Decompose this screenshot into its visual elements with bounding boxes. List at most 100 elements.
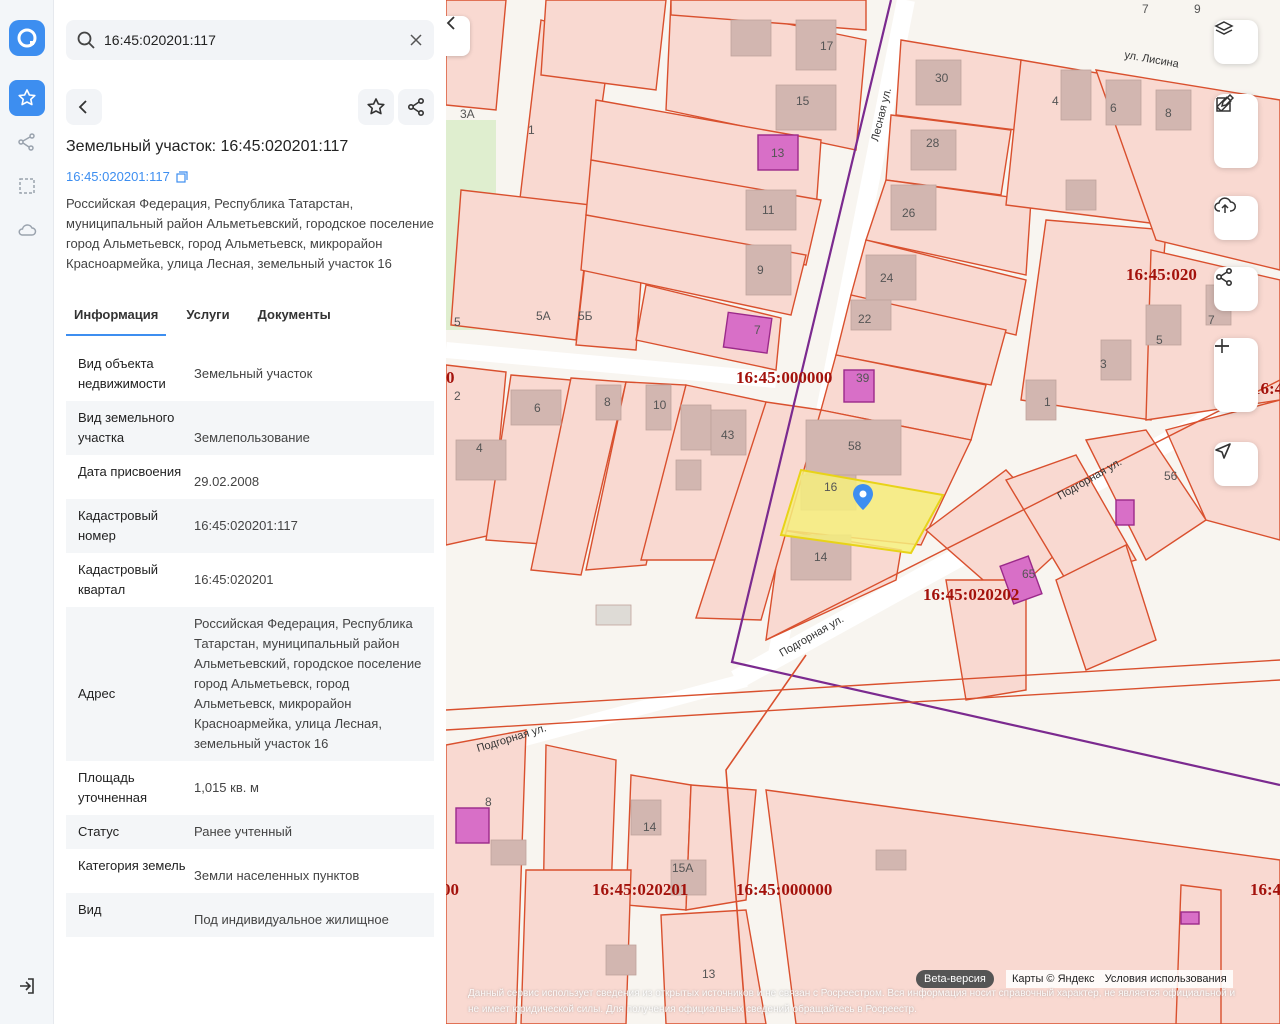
zoom-out-icon[interactable] [1214,345,1258,412]
info-row: Категория земель Земли населенных пункто… [66,849,434,893]
share-button[interactable] [398,89,434,125]
lot-label: 22 [858,312,872,326]
favorite-button[interactable] [358,89,394,125]
lot-label: 7 [754,323,761,337]
lot-label: 17 [820,39,834,53]
info-row-value: Земельный участок [194,366,313,381]
tab-services[interactable]: Услуги [178,304,237,336]
lot-label: 8 [1165,106,1172,120]
info-row-key: Адрес [78,686,116,701]
lot-label: 9 [757,263,764,277]
clear-search-icon[interactable] [406,30,426,50]
info-row-key: Площадь уточненная [78,770,148,805]
info-row-key: Категория земель [78,858,186,873]
quarter-label: 00 [446,880,459,899]
chevron-left-icon [78,100,87,114]
copy-icon[interactable] [176,170,188,183]
lot-label: 10 [653,398,667,412]
info-row: Дата присвоения 29.02.2008 [66,455,434,499]
tab-bar: Информация Услуги Документы [66,304,434,336]
cloud-icon[interactable] [9,212,45,248]
cadastral-number-text[interactable]: 16:45:020201:117 [66,169,170,184]
lot-label: 24 [880,271,894,285]
lot-label: 56 [1164,469,1178,483]
zoom-controls [1214,338,1258,412]
info-row-key: Дата присвоения [78,464,182,479]
info-row: Площадь уточненная 1,015 кв. м [66,761,434,815]
info-row: Адрес Российская Федерация, Республика Т… [66,607,434,761]
lot-label: 8 [485,795,492,809]
lot-label: 4 [476,441,483,455]
cadastral-number-link[interactable]: 16:45:020201:117 [66,169,188,184]
lot-label: 3 [1100,357,1107,371]
route-nodes-icon[interactable] [9,124,45,160]
lot-label: 15 [796,94,810,108]
lot-label: 1 [528,123,535,137]
quarter-label: 16:45:020201 [592,880,688,899]
share-icon[interactable] [1214,267,1258,311]
info-row: Статус Ранее учтенный [66,815,434,849]
info-row-key: Кадастровый номер [78,508,159,543]
lot-label: 8 [604,395,611,409]
cloud-upload-icon[interactable] [1214,196,1258,240]
lot-label: 14 [643,820,657,834]
page-title: Земельный участок: 16:45:020201:117 [66,138,349,155]
lot-label: 6 [534,401,541,415]
lot-label: 39 [856,371,870,385]
quarter-label: 16:4 [1250,880,1280,899]
app-logo-icon[interactable] [9,20,45,56]
favorites-star-icon[interactable] [9,80,45,116]
lot-label: 26 [902,206,916,220]
map-canvas[interactable]: 3А 1 5 5А 5Б 17 15 13 11 9 7 30 28 26 24… [446,0,1280,1024]
search-bar [66,20,434,60]
quarter-label: 16:45:000000 [736,368,832,387]
lot-label: 9 [1194,2,1201,16]
logout-icon[interactable] [9,968,45,1004]
info-table: Вид объекта недвижимости Земельный участ… [66,348,434,937]
map-disclaimer: Данный сервис использует сведения из отк… [468,988,1236,1015]
lot-label: 14 [814,550,828,564]
lot-label: 65 [1022,567,1036,581]
info-row-value: Ранее учтенный [194,824,292,839]
geolocation-button[interactable] [1214,442,1258,486]
info-row-value: 16:45:020201:117 [194,518,298,533]
lot-label: 13 [702,967,716,981]
lot-label: 6 [1110,101,1117,115]
cadastral-map[interactable]: 3А 1 5 5А 5Б 17 15 13 11 9 7 30 28 26 24… [446,0,1280,1024]
share-icon [407,97,425,117]
tab-documents[interactable]: Документы [250,304,339,336]
map-share-button[interactable] [1214,267,1258,311]
info-row: Кадастровый номер 16:45:020201:117 [66,499,434,553]
layers-button[interactable] [1214,20,1258,64]
search-icon [76,30,96,55]
back-button[interactable] [66,89,102,125]
lot-label: 28 [926,136,940,150]
star-icon [367,98,385,115]
tab-information[interactable]: Информация [66,304,167,336]
object-address: Российская Федерация, Республика Татарст… [66,196,434,271]
lot-label: 15А [672,861,693,875]
info-row-key: Статус [78,824,120,839]
info-row-value: Российская Федерация, Республика Татарст… [194,616,422,751]
lot-label: 4 [1052,94,1059,108]
upload-button[interactable] [1214,196,1258,240]
info-row-value: 29.02.2008 [194,474,260,489]
lot-label: 1 [1044,395,1051,409]
navigation-arrow-icon[interactable] [1214,442,1258,486]
lot-label: 5 [454,315,461,329]
select-area-icon[interactable] [9,168,45,204]
quarter-label: 0 [446,368,455,387]
info-row: Вид объекта недвижимости Земельный участ… [66,348,434,401]
layers-icon[interactable] [1214,20,1258,64]
info-row-key: Вид земельного участка [78,410,175,445]
lot-label: 30 [935,71,949,85]
collapse-panel-button[interactable] [446,16,470,56]
quarter-label: 16:45:020202 [923,585,1019,604]
search-input[interactable] [104,20,394,60]
left-rail [0,0,54,1024]
lot-label: 43 [721,428,735,442]
info-row-key: Вид объекта недвижимости [78,356,166,391]
lot-label: 5Б [578,309,593,323]
edit-icon[interactable] [1214,94,1258,168]
lot-label: 5А [536,309,551,323]
